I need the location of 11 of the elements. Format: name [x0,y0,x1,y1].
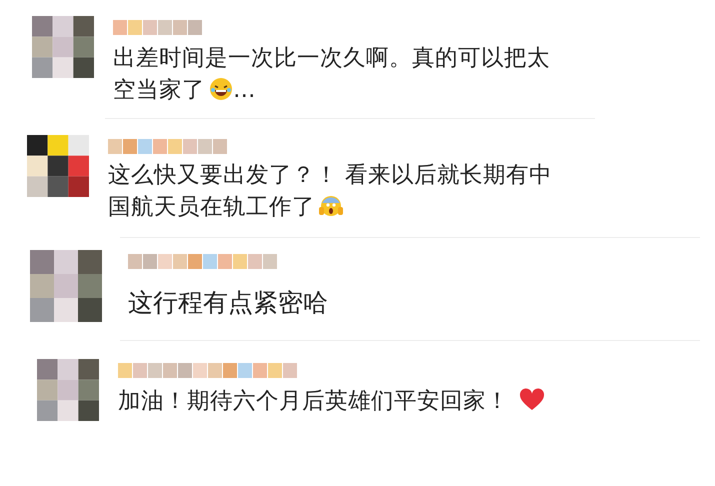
blurred-avatar-drawing [32,16,94,78]
screaming-face-icon [319,194,343,218]
comment-text: 加油！期待六个月后英雄们平安回家！ [118,386,545,418]
comment-text: 这么快又要出发了？！ 看来以后就长期有中国航天员在轨工作了 [108,161,554,222]
blurred-avatar-drawing [27,135,89,197]
heart-icon [519,388,545,412]
laughing-face-icon [209,76,233,100]
comment-text: 出差时间是一次比一次久啊。真的可以把太空当家了 … [113,44,551,104]
blurred-avatar-drawing [30,250,102,322]
blurred-avatar-drawing [37,359,99,421]
comment-text: 这行程有点紧密哈 [128,287,328,319]
